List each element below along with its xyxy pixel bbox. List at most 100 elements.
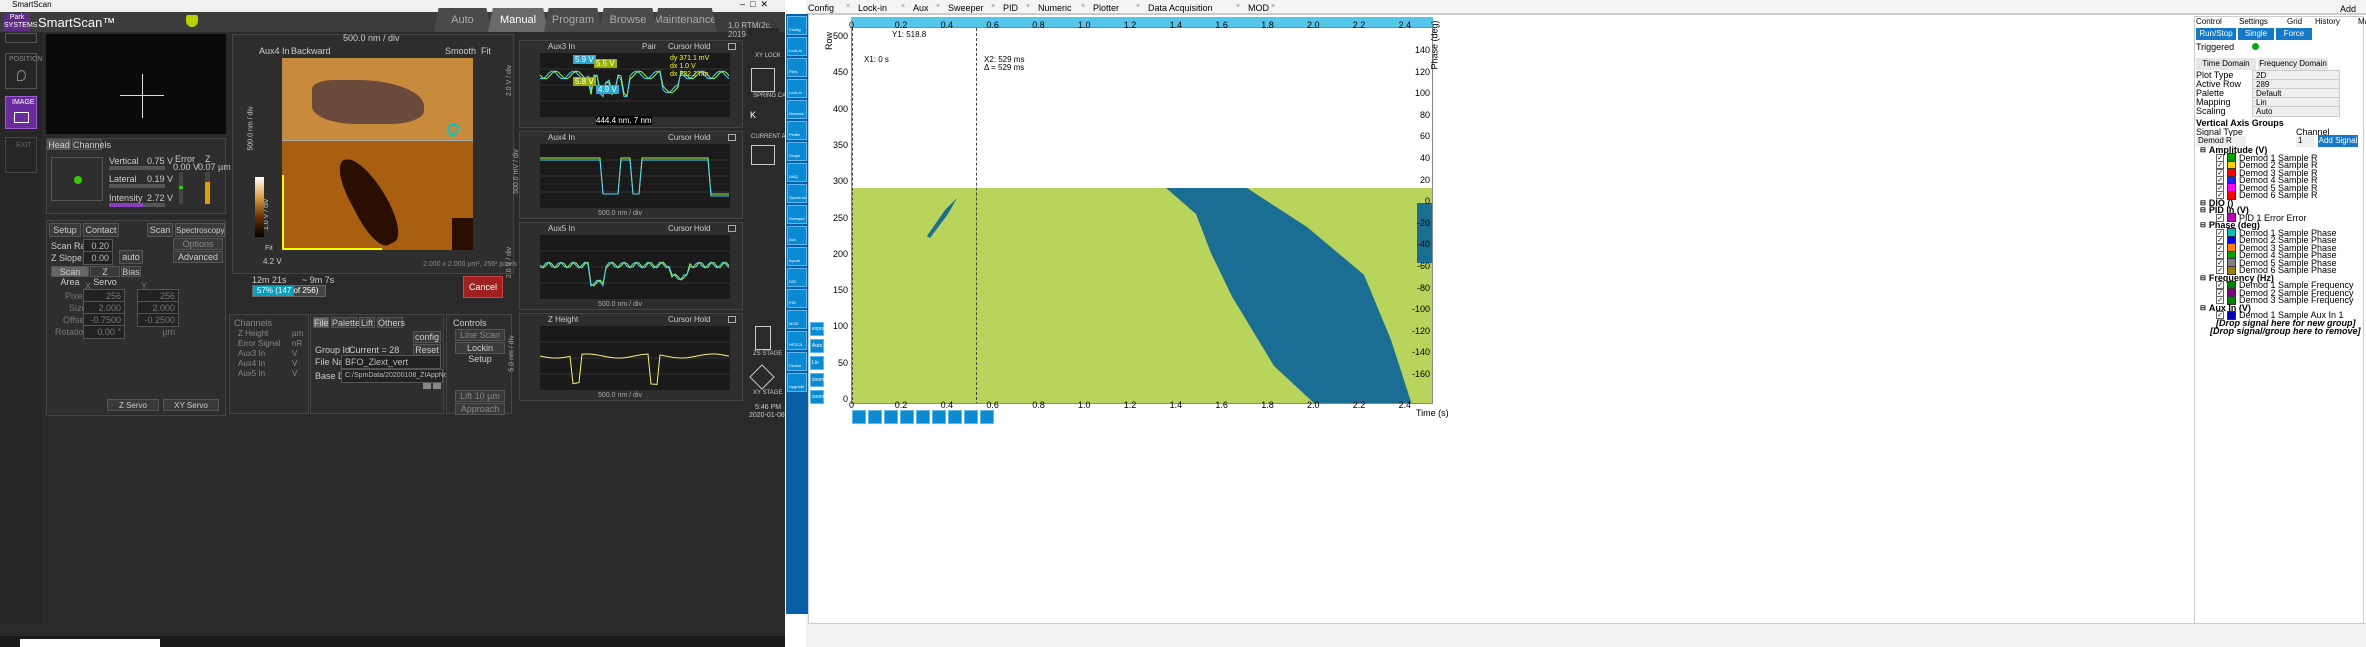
- close-icon[interactable]: ×: [1026, 3, 1030, 10]
- tab-maintenance[interactable]: Maintenance: [653, 8, 717, 32]
- lab-tab-pid[interactable]: PID: [1003, 3, 1018, 13]
- image-direction[interactable]: Backward: [291, 46, 331, 56]
- tool-hf2ca-icon[interactable]: HF2CA: [787, 331, 807, 350]
- export-side-icon[interactable]: export: [810, 322, 824, 336]
- tool-scope-icon[interactable]: Scope: [787, 142, 807, 161]
- folder-icon[interactable]: [423, 383, 431, 389]
- lab-tab-numeric[interactable]: Numeric: [1038, 3, 1072, 13]
- approach-button[interactable]: Approach: [455, 403, 505, 415]
- lab-tab-plotter[interactable]: Plotter: [1093, 3, 1119, 13]
- close-icon[interactable]: ×: [1081, 3, 1085, 10]
- plot-canvas[interactable]: [540, 326, 730, 390]
- tool-lock-in-icon[interactable]: Lock-in: [787, 37, 807, 56]
- lift-button[interactable]: Lift 10 µm: [455, 390, 505, 402]
- collapse-icon[interactable]: ⊟: [2200, 274, 2206, 282]
- tool-files-icon[interactable]: Files: [787, 58, 807, 77]
- expand-icon[interactable]: [980, 410, 994, 424]
- tab-browse[interactable]: Browse: [599, 8, 657, 32]
- folder-open-icon[interactable]: [433, 383, 441, 389]
- tab-channels[interactable]: Channels: [72, 139, 111, 150]
- smooth-toggle[interactable]: Smooth: [445, 46, 476, 56]
- lab-tab-config[interactable]: Config: [808, 3, 834, 13]
- tab-head[interactable]: Head: [47, 139, 71, 150]
- tab-spectroscopy[interactable]: Spectroscopy: [175, 223, 225, 237]
- line-scan-button[interactable]: Line Scan: [455, 329, 505, 341]
- plot-option[interactable]: Hold: [694, 42, 710, 51]
- stage-icon[interactable]: [751, 68, 775, 92]
- tool-plotter-icon[interactable]: Plotter: [787, 121, 807, 140]
- plot-option[interactable]: Cursor: [668, 133, 692, 142]
- plot-title[interactable]: Aux4 In: [548, 133, 575, 142]
- close-icon[interactable]: ×: [991, 3, 995, 10]
- z-slope-input[interactable]: 0.00: [83, 251, 113, 265]
- channel-item[interactable]: Aux5 In: [238, 369, 265, 378]
- tool-pid-icon[interactable]: PID: [787, 289, 807, 308]
- plot-title[interactable]: Aux5 In: [548, 224, 575, 233]
- plot-canvas[interactable]: X1: 0 s X2: 529 ms Δ = 529 ms Y1: 518.8: [851, 27, 1433, 404]
- plot-menu-icon[interactable]: [728, 43, 736, 50]
- close-icon[interactable]: ×: [846, 3, 850, 10]
- auto-side-icon[interactable]: Auto: [810, 339, 824, 353]
- channel-item[interactable]: Aux3 In: [238, 349, 265, 358]
- force-button[interactable]: Force: [2276, 28, 2312, 40]
- current-icon[interactable]: [751, 145, 775, 165]
- lin-icon[interactable]: [884, 410, 898, 424]
- camera-view[interactable]: [46, 34, 226, 134]
- lab-tab-mod[interactable]: MOD: [1248, 3, 1269, 13]
- plot-menu-icon[interactable]: [728, 134, 736, 141]
- zoom-out-side-icon[interactable]: zoom-out: [810, 390, 824, 404]
- close-icon[interactable]: ×: [1136, 3, 1140, 10]
- tool-mod-icon[interactable]: MOD: [787, 310, 807, 329]
- options-button[interactable]: Options: [173, 238, 223, 250]
- plot-title[interactable]: Aux3 In: [548, 42, 575, 51]
- add-signal-button[interactable]: Add Signal: [2318, 135, 2358, 147]
- taskbar-search[interactable]: [20, 639, 160, 647]
- config-button[interactable]: config: [413, 331, 441, 343]
- cursor-icon[interactable]: [916, 410, 930, 424]
- cursor-tag[interactable]: 4.9 V: [596, 85, 619, 94]
- chart-icon[interactable]: [964, 410, 978, 424]
- cancel-button[interactable]: Cancel: [463, 276, 503, 298]
- tab-time-domain[interactable]: Time Domain: [2196, 58, 2256, 70]
- cursor-tag[interactable]: 5.8 V: [573, 77, 596, 86]
- plot-menu-icon[interactable]: [728, 316, 736, 323]
- setting-value[interactable]: Auto: [2252, 106, 2340, 117]
- lab-tab-lock-in[interactable]: Lock-in: [858, 3, 887, 13]
- tab-scan[interactable]: Scan: [147, 223, 173, 237]
- base-dir-input[interactable]: C:/SpmData/20200108_ZIAppNote: [341, 369, 454, 383]
- plot-option[interactable]: Hold: [694, 315, 710, 324]
- lin-side-icon[interactable]: Lin: [810, 356, 824, 370]
- settings-tab-grid[interactable]: Grid: [2287, 17, 2302, 26]
- zs-stage-icon[interactable]: [755, 326, 771, 350]
- fs-icon[interactable]: [900, 410, 914, 424]
- tab-scan-area[interactable]: Scan Area: [51, 266, 89, 287]
- tab-program[interactable]: Program: [544, 8, 602, 32]
- nav-exit[interactable]: EXIT: [5, 137, 37, 173]
- auto-button[interactable]: auto: [119, 250, 143, 264]
- lab-tab-data-acquisition[interactable]: Data Acquisition: [1148, 3, 1213, 13]
- rotation-input[interactable]: 0.00 °: [83, 325, 125, 339]
- lab-tab-sweeper[interactable]: Sweeper: [948, 3, 984, 13]
- tab-auto[interactable]: Auto: [434, 8, 491, 32]
- plot-option[interactable]: Hold: [694, 224, 710, 233]
- channel-item[interactable]: Z Height: [238, 329, 268, 338]
- cursor-x1[interactable]: [852, 28, 853, 403]
- collapse-icon[interactable]: ⊟: [2200, 146, 2206, 154]
- tool-daq-icon[interactable]: DAQ: [787, 163, 807, 182]
- cursor-tag[interactable]: 5.5 V: [594, 59, 617, 68]
- tool-lock-in-icon[interactable]: Lock-in: [787, 79, 807, 98]
- offset-y[interactable]: -0.2500 µm: [137, 313, 179, 337]
- advanced-button[interactable]: Advanced: [173, 251, 223, 263]
- tab-manual[interactable]: Manual: [488, 8, 548, 32]
- plot-option[interactable]: Cursor: [668, 315, 692, 324]
- app-name[interactable]: SmartScan™: [38, 15, 115, 30]
- fit-toggle[interactable]: Fit: [481, 46, 491, 56]
- plot-option[interactable]: Cursor: [668, 42, 692, 51]
- zoom-out-icon[interactable]: [868, 410, 882, 424]
- plot-menu-icon[interactable]: [728, 225, 736, 232]
- plot-canvas[interactable]: [540, 53, 730, 117]
- zoom-in-icon[interactable]: [852, 410, 866, 424]
- tab-bias[interactable]: Bias: [121, 266, 141, 277]
- close-icon[interactable]: ×: [1271, 3, 1275, 10]
- run-stop-button[interactable]: Run/Stop: [2196, 28, 2236, 40]
